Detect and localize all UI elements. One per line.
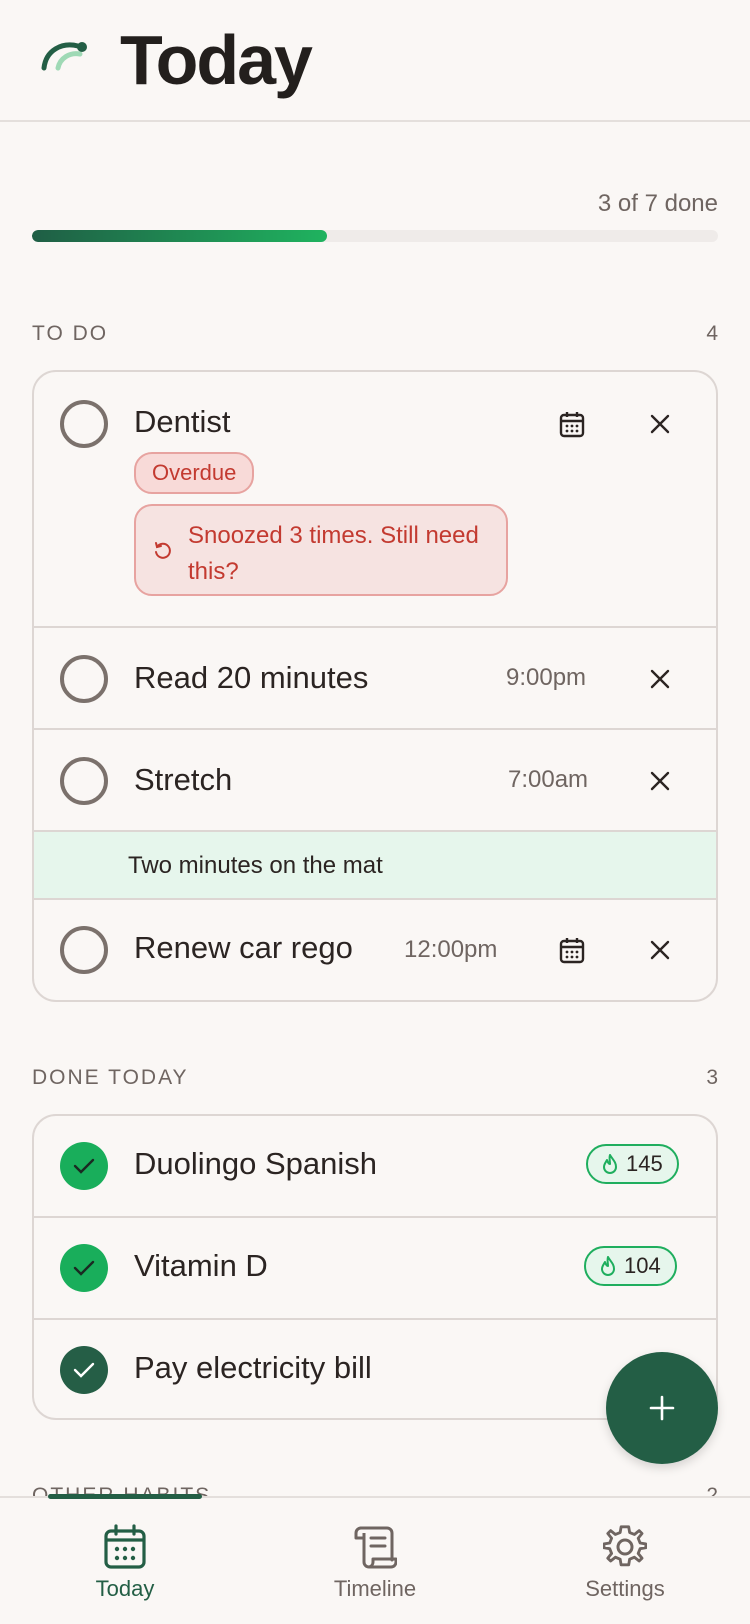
task-row-stretch[interactable]: Stretch 7:00am — [34, 730, 716, 830]
done-card: Duolingo Spanish 145 Vitamin D 104 Pay e… — [32, 1114, 718, 1420]
task-row-read[interactable]: Read 20 minutes 9:00pm — [34, 628, 716, 730]
calendar-icon[interactable] — [552, 404, 592, 444]
close-icon[interactable] — [640, 761, 680, 801]
task-row-vitamin-d[interactable]: Vitamin D 104 — [34, 1218, 716, 1320]
close-icon[interactable] — [640, 404, 680, 444]
task-name: Renew car rego — [134, 930, 353, 965]
task-name: Dentist — [134, 404, 231, 439]
task-name: Duolingo Spanish — [134, 1146, 378, 1181]
nav-item-today[interactable]: Today — [0, 1498, 250, 1624]
bottom-nav: Today Timeline Settings — [0, 1494, 750, 1624]
close-icon[interactable] — [640, 930, 680, 970]
scroll-icon — [354, 1526, 397, 1569]
flame-icon — [601, 1256, 615, 1276]
status-badge-overdue: Overdue — [134, 452, 255, 494]
nav-label: Timeline — [333, 1576, 417, 1601]
task-row-renew-car-rego[interactable]: Renew car rego 12:00pm — [34, 900, 716, 1000]
page-title: Today — [120, 21, 313, 99]
calendar-icon — [104, 1524, 146, 1569]
streak-badge: 145 — [586, 1144, 679, 1184]
section-count-todo: 4 — [706, 322, 718, 345]
streak-badge: 104 — [584, 1246, 677, 1286]
task-time: 12:00pm — [404, 936, 498, 963]
app-header: Today — [0, 0, 750, 122]
calendar-icon[interactable] — [552, 930, 592, 970]
task-row-dentist[interactable]: Dentist Overdue Snoozed 3 times. Still n… — [34, 372, 716, 628]
task-time: 7:00am — [508, 766, 589, 793]
progress-bar-fill — [32, 230, 327, 242]
nav-label: Today — [95, 1576, 155, 1601]
nav-item-settings[interactable]: Settings — [500, 1498, 750, 1624]
task-checkbox[interactable] — [60, 926, 108, 974]
section-label-todo: TO DO — [32, 322, 109, 345]
close-icon[interactable] — [640, 659, 680, 699]
progress-bar — [32, 230, 718, 242]
task-checkbox-checked[interactable] — [60, 1244, 108, 1292]
task-name: Pay electricity bill — [134, 1350, 372, 1385]
task-checkbox-checked[interactable] — [60, 1142, 108, 1190]
snooze-text: Snoozed 3 times. Still need this? — [188, 522, 479, 585]
streak-count: 145 — [626, 1151, 663, 1176]
snooze-icon — [155, 542, 171, 559]
progress-summary: 3 of 7 done — [597, 190, 718, 217]
add-task-button[interactable] — [606, 1352, 718, 1464]
gear-icon — [603, 1525, 647, 1567]
snooze-warning[interactable]: Snoozed 3 times. Still need this? — [134, 504, 508, 596]
task-checkbox[interactable] — [60, 400, 108, 448]
streak-count: 104 — [624, 1253, 661, 1278]
task-note: Two minutes on the mat — [34, 830, 716, 900]
task-checkbox[interactable] — [60, 757, 108, 805]
task-name: Vitamin D — [134, 1248, 268, 1283]
task-name: Stretch — [134, 762, 233, 797]
task-note-text: Two minutes on the mat — [128, 852, 383, 879]
nav-label: Settings — [585, 1576, 665, 1601]
task-checkbox[interactable] — [60, 655, 108, 703]
task-name: Read 20 minutes — [134, 660, 369, 695]
nav-item-timeline[interactable]: Timeline — [250, 1498, 500, 1624]
app-logo-icon — [41, 42, 87, 71]
section-count-done: 3 — [706, 1066, 718, 1089]
todo-card: Dentist Overdue Snoozed 3 times. Still n… — [32, 370, 718, 1002]
task-row-duolingo[interactable]: Duolingo Spanish 145 — [34, 1116, 716, 1218]
task-checkbox-checked[interactable] — [60, 1346, 108, 1394]
flame-icon — [603, 1154, 617, 1174]
section-label-done: DONE TODAY — [32, 1066, 189, 1089]
plus-icon — [649, 1395, 675, 1421]
task-time: 9:00pm — [506, 664, 587, 691]
